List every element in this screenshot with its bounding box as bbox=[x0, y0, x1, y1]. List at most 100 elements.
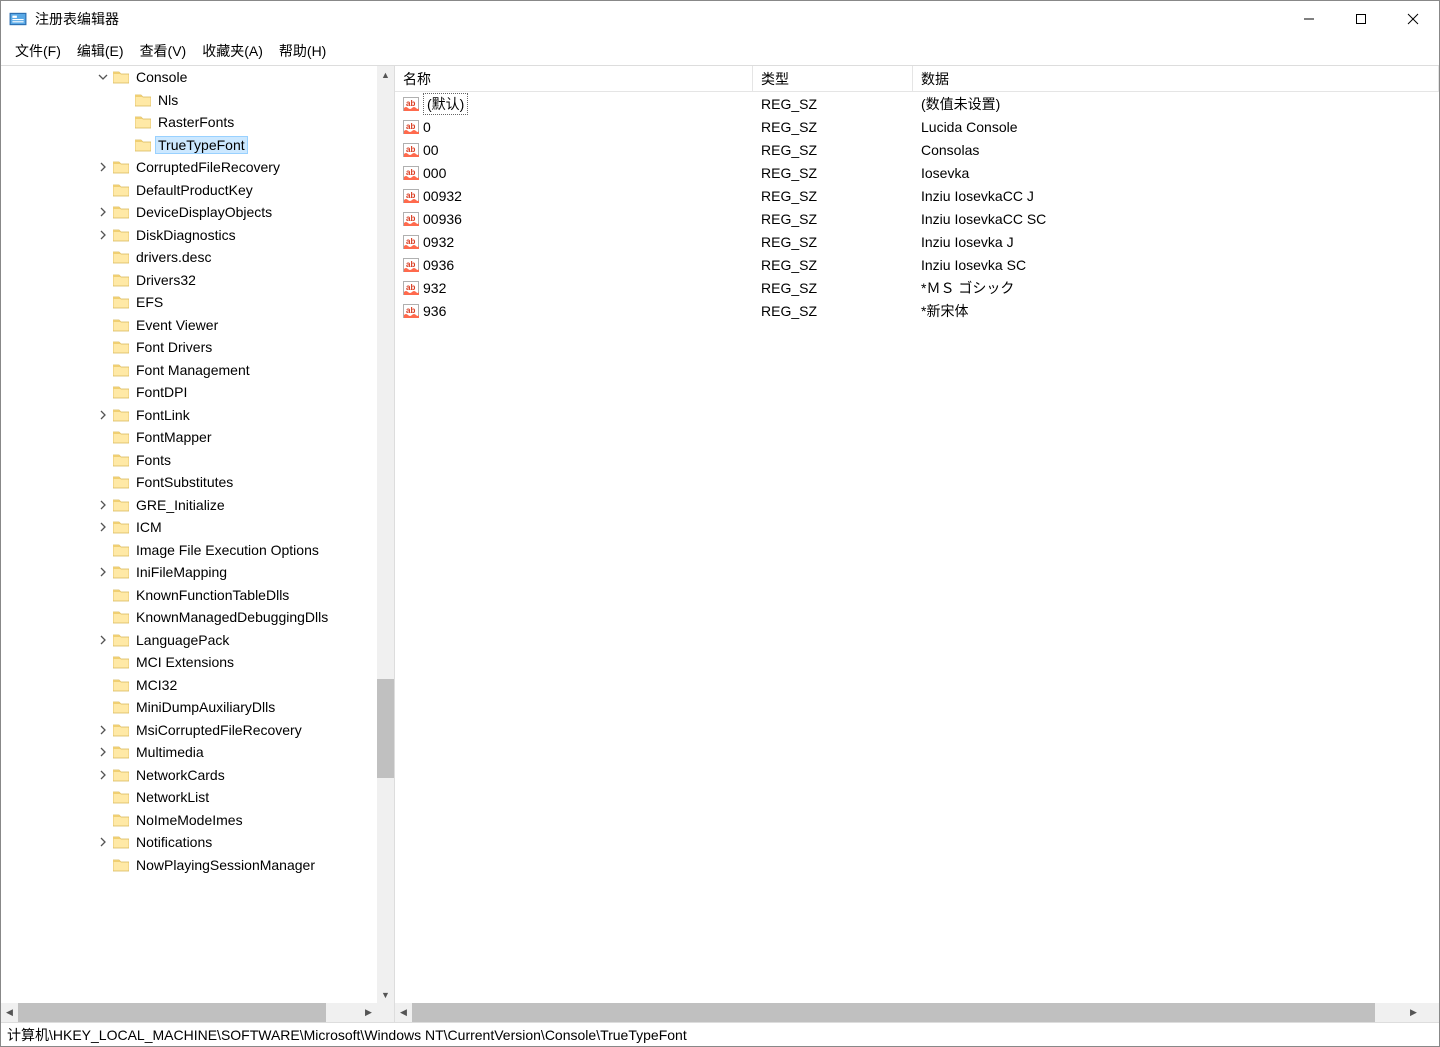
scroll-left-button[interactable]: ◀ bbox=[1, 1003, 18, 1022]
tree-item[interactable]: MCI Extensions bbox=[1, 651, 377, 674]
list-horizontal-scrollbar[interactable]: ◀ ▶ bbox=[395, 1003, 1422, 1022]
value-row[interactable]: 0REG_SZLucida Console bbox=[395, 115, 1439, 138]
value-row[interactable]: 00936REG_SZInziu IosevkaCC SC bbox=[395, 207, 1439, 230]
tree-item[interactable]: GRE_Initialize bbox=[1, 494, 377, 517]
scroll-down-button[interactable]: ▼ bbox=[377, 986, 394, 1003]
value-row[interactable]: 936REG_SZ*新宋体 bbox=[395, 299, 1439, 322]
column-header-data[interactable]: 数据 bbox=[913, 66, 1439, 91]
scroll-thumb[interactable] bbox=[18, 1003, 326, 1022]
column-header-name[interactable]: 名称 bbox=[395, 66, 753, 91]
scroll-thumb[interactable] bbox=[412, 1003, 1375, 1022]
tree-item[interactable]: Nls bbox=[1, 89, 377, 112]
value-data-cell: Inziu IosevkaCC SC bbox=[913, 211, 1439, 227]
tree-item[interactable]: KnownManagedDebuggingDlls bbox=[1, 606, 377, 629]
tree-item-label: DiskDiagnostics bbox=[134, 227, 238, 243]
minimize-button[interactable] bbox=[1283, 1, 1335, 37]
tree-vertical-scrollbar[interactable]: ▲ ▼ bbox=[377, 66, 394, 1003]
tree-item[interactable]: FontLink bbox=[1, 404, 377, 427]
chevron-right-icon[interactable] bbox=[95, 722, 111, 738]
close-button[interactable] bbox=[1387, 1, 1439, 37]
folder-icon bbox=[113, 70, 129, 84]
tree-item[interactable]: TrueTypeFont bbox=[1, 134, 377, 157]
maximize-button[interactable] bbox=[1335, 1, 1387, 37]
tree-item[interactable]: Font Drivers bbox=[1, 336, 377, 359]
menu-favorites[interactable]: 收藏夹(A) bbox=[194, 38, 271, 64]
value-list[interactable]: (默认)REG_SZ(数值未设置)0REG_SZLucida Console00… bbox=[395, 92, 1439, 1003]
tree-item[interactable]: IniFileMapping bbox=[1, 561, 377, 584]
tree-item[interactable]: FontMapper bbox=[1, 426, 377, 449]
tree-item-label: Drivers32 bbox=[134, 272, 198, 288]
chevron-right-icon[interactable] bbox=[95, 632, 111, 648]
tree-item[interactable]: RasterFonts bbox=[1, 111, 377, 134]
chevron-right-icon[interactable] bbox=[95, 564, 111, 580]
scroll-up-button[interactable]: ▲ bbox=[377, 66, 394, 83]
tree-item[interactable]: Console bbox=[1, 66, 377, 89]
tree-item[interactable]: DeviceDisplayObjects bbox=[1, 201, 377, 224]
chevron-down-icon[interactable] bbox=[95, 69, 111, 85]
tree-item[interactable]: NoImeModeImes bbox=[1, 809, 377, 832]
menu-view[interactable]: 查看(V) bbox=[132, 38, 195, 64]
scroll-right-button[interactable]: ▶ bbox=[1405, 1003, 1422, 1022]
scroll-track[interactable] bbox=[18, 1003, 360, 1022]
tree-item[interactable]: DefaultProductKey bbox=[1, 179, 377, 202]
chevron-right-icon[interactable] bbox=[95, 834, 111, 850]
scroll-left-button[interactable]: ◀ bbox=[395, 1003, 412, 1022]
tree-item[interactable]: Notifications bbox=[1, 831, 377, 854]
chevron-right-icon[interactable] bbox=[95, 204, 111, 220]
chevron-right-icon[interactable] bbox=[95, 497, 111, 513]
tree-item[interactable]: FontDPI bbox=[1, 381, 377, 404]
tree-item[interactable]: drivers.desc bbox=[1, 246, 377, 269]
tree-item[interactable]: KnownFunctionTableDlls bbox=[1, 584, 377, 607]
menu-edit[interactable]: 编辑(E) bbox=[69, 38, 132, 64]
tree-item-label: Font Management bbox=[134, 362, 252, 378]
menu-file[interactable]: 文件(F) bbox=[7, 38, 69, 64]
value-name: 0 bbox=[423, 119, 431, 135]
scroll-right-button[interactable]: ▶ bbox=[360, 1003, 377, 1022]
value-row[interactable]: 000REG_SZIosevka bbox=[395, 161, 1439, 184]
tree-item[interactable]: NowPlayingSessionManager bbox=[1, 854, 377, 877]
tree-item[interactable]: FontSubstitutes bbox=[1, 471, 377, 494]
chevron-right-icon[interactable] bbox=[95, 767, 111, 783]
tree-item[interactable]: MCI32 bbox=[1, 674, 377, 697]
window-title: 注册表编辑器 bbox=[35, 9, 1283, 29]
scroll-track[interactable] bbox=[377, 83, 394, 986]
titlebar[interactable]: 注册表编辑器 bbox=[1, 1, 1439, 37]
value-row[interactable]: (默认)REG_SZ(数值未设置) bbox=[395, 92, 1439, 115]
key-tree[interactable]: ConsoleNlsRasterFontsTrueTypeFontCorrupt… bbox=[1, 66, 394, 1003]
tree-item[interactable]: Font Management bbox=[1, 359, 377, 382]
value-name-cell: 000 bbox=[395, 165, 753, 181]
tree-item[interactable]: Image File Execution Options bbox=[1, 539, 377, 562]
column-header-type[interactable]: 类型 bbox=[753, 66, 913, 91]
tree-item[interactable]: MiniDumpAuxiliaryDlls bbox=[1, 696, 377, 719]
tree-item[interactable]: ICM bbox=[1, 516, 377, 539]
value-row[interactable]: 0936REG_SZInziu Iosevka SC bbox=[395, 253, 1439, 276]
tree-item[interactable]: NetworkCards bbox=[1, 764, 377, 787]
tree-item[interactable]: CorruptedFileRecovery bbox=[1, 156, 377, 179]
tree-item-label: Notifications bbox=[134, 834, 214, 850]
scroll-track[interactable] bbox=[412, 1003, 1405, 1022]
menu-help[interactable]: 帮助(H) bbox=[271, 38, 334, 64]
chevron-right-icon[interactable] bbox=[95, 407, 111, 423]
chevron-right-icon[interactable] bbox=[95, 159, 111, 175]
value-row[interactable]: 00REG_SZConsolas bbox=[395, 138, 1439, 161]
tree-horizontal-scrollbar[interactable]: ◀ ▶ bbox=[1, 1003, 377, 1022]
tree-item[interactable]: EFS bbox=[1, 291, 377, 314]
tree-item[interactable]: Fonts bbox=[1, 449, 377, 472]
scroll-thumb[interactable] bbox=[377, 679, 394, 778]
chevron-right-icon[interactable] bbox=[95, 227, 111, 243]
chevron-right-icon[interactable] bbox=[95, 744, 111, 760]
value-row[interactable]: 932REG_SZ*ＭＳ ゴシック bbox=[395, 276, 1439, 299]
folder-icon bbox=[113, 835, 129, 849]
tree-item[interactable]: LanguagePack bbox=[1, 629, 377, 652]
tree-item[interactable]: MsiCorruptedFileRecovery bbox=[1, 719, 377, 742]
chevron-right-icon[interactable] bbox=[95, 519, 111, 535]
value-row[interactable]: 00932REG_SZInziu IosevkaCC J bbox=[395, 184, 1439, 207]
tree-item[interactable]: DiskDiagnostics bbox=[1, 224, 377, 247]
tree-item[interactable]: NetworkList bbox=[1, 786, 377, 809]
tree-item[interactable]: Event Viewer bbox=[1, 314, 377, 337]
folder-icon bbox=[113, 655, 129, 669]
value-row[interactable]: 0932REG_SZInziu Iosevka J bbox=[395, 230, 1439, 253]
tree-item[interactable]: Multimedia bbox=[1, 741, 377, 764]
tree-item[interactable]: Drivers32 bbox=[1, 269, 377, 292]
value-data-cell: (数值未设置) bbox=[913, 94, 1439, 114]
